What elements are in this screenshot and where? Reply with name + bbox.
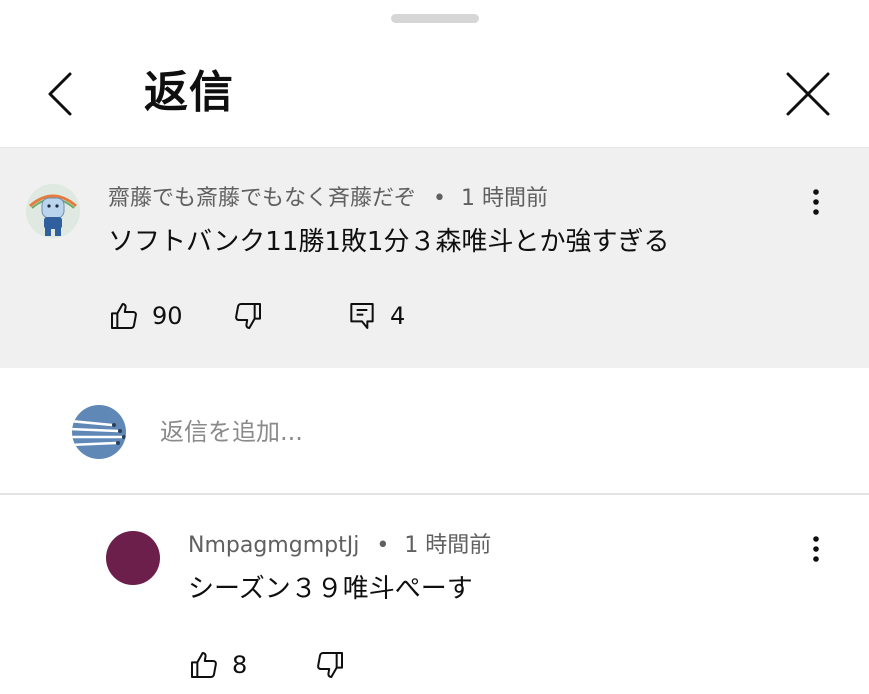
dislike-button[interactable]: [232, 296, 264, 336]
close-icon: [786, 72, 830, 116]
user-avatar[interactable]: [72, 405, 126, 459]
comment-time[interactable]: 1 時間前: [404, 533, 491, 558]
reply-button[interactable]: 4: [346, 296, 405, 336]
like-button[interactable]: 90: [108, 296, 183, 336]
reply-icon: [350, 303, 374, 329]
comment-time[interactable]: 1 時間前: [461, 186, 548, 211]
page-title: 返信: [144, 67, 234, 118]
comment-author[interactable]: NmpagmgmptJj: [188, 533, 359, 558]
comment-meta: 齋藤でも斎藤でもなく斉藤だぞ • 1 時間前: [108, 184, 548, 214]
parent-comment: 齋藤でも斎藤でもなく斉藤だぞ • 1 時間前 ソフトバンク11勝1敗1分３森唯斗…: [0, 148, 869, 368]
comment-author[interactable]: 齋藤でも斎藤でもなく斉藤だぞ: [108, 186, 416, 211]
reply-input[interactable]: [160, 412, 800, 452]
add-reply-row: [0, 368, 869, 494]
more-button[interactable]: [806, 531, 826, 567]
more-button[interactable]: [806, 184, 826, 220]
more-vert-icon: [813, 536, 819, 562]
like-button[interactable]: 8: [188, 645, 247, 685]
comment-text: ソフトバンク11勝1敗1分３森唯斗とか強すぎる: [108, 227, 670, 257]
reply-count: 4: [390, 302, 406, 330]
user-avatar-illustration: [72, 405, 126, 459]
chevron-left-icon: [48, 72, 72, 116]
dislike-button[interactable]: [314, 645, 346, 685]
comment-text: シーズン３９唯斗ぺーす: [188, 574, 473, 604]
comment-meta: NmpagmgmptJj • 1 時間前: [188, 531, 491, 561]
avatar[interactable]: [106, 531, 160, 585]
like-count: 8: [232, 651, 248, 679]
sheet-header: 返信: [0, 40, 869, 148]
back-button[interactable]: [36, 70, 84, 118]
meta-separator: •: [376, 533, 390, 558]
replies-sheet: 返信 齋藤でも斎藤でもなく斉藤だぞ • 1 時間前 ソフトバンク11勝1敗1分３…: [0, 0, 869, 694]
comment-actions: 90 4: [108, 296, 508, 336]
comment-actions: 8: [188, 645, 388, 685]
thumbs-up-icon: [111, 303, 137, 329]
reply-comment: NmpagmgmptJj • 1 時間前 シーズン３９唯斗ぺーす 8: [0, 495, 869, 694]
more-vert-icon: [813, 189, 819, 215]
thumbs-up-icon: [191, 652, 217, 678]
avatar[interactable]: [26, 184, 80, 238]
avatar-illustration: [26, 184, 80, 238]
like-count: 90: [152, 302, 183, 330]
drag-handle[interactable]: [391, 14, 479, 23]
thumbs-down-icon: [317, 652, 343, 678]
thumbs-down-icon: [235, 303, 261, 329]
close-button[interactable]: [782, 70, 834, 118]
meta-separator: •: [433, 186, 446, 211]
